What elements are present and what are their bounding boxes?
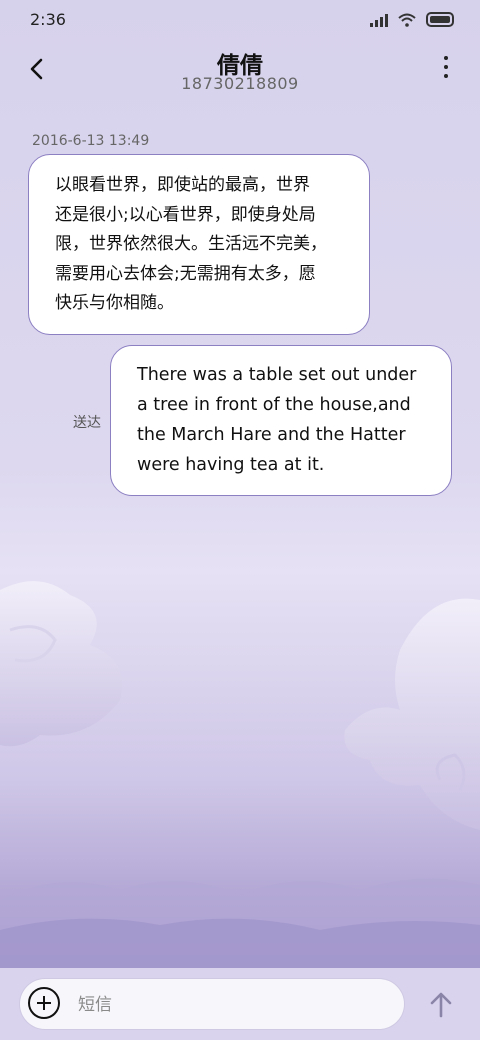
- more-vertical-icon[interactable]: [440, 56, 452, 84]
- message-line: the March Hare and the Hatter: [137, 425, 406, 445]
- message-line: There was a table set out under: [137, 365, 417, 385]
- arrow-up-icon[interactable]: [428, 990, 454, 1018]
- incoming-message-bubble[interactable]: 以眼看世界，即使站的最高，世界 还是很小;以心看世界，即使身处局 限，世界依然很…: [28, 154, 370, 335]
- message-line: a tree in front of the house,and: [137, 395, 411, 415]
- message-line: 需要用心去体会;无需拥有太多，愿: [55, 263, 316, 284]
- message-composer: [0, 968, 480, 1040]
- message-timestamp: 2016-6-13 13:49: [32, 133, 150, 149]
- plus-circle-icon[interactable]: [28, 987, 60, 1019]
- cellular-signal-icon: [370, 13, 388, 27]
- message-line: 以眼看世界，即使站的最高，世界: [55, 175, 310, 195]
- cloud-wallpaper: [0, 581, 480, 970]
- status-icons: [370, 12, 454, 27]
- message-line: 限，世界依然很大。生活远不完美，: [55, 234, 327, 254]
- wifi-icon: [398, 13, 416, 27]
- message-line: 快乐与你相随。: [55, 293, 174, 313]
- outgoing-message-bubble[interactable]: There was a table set out under a tree i…: [110, 345, 452, 496]
- message-input[interactable]: [76, 979, 390, 1031]
- message-line: were having tea at it.: [137, 455, 325, 475]
- status-time: 2:36: [30, 10, 66, 29]
- contact-phone-number: 18730218809: [181, 74, 299, 93]
- message-line: 还是很小;以心看世界，即使身处局: [55, 204, 316, 225]
- conversation-header: 倩倩 18730218809: [0, 40, 480, 110]
- status-bar: 2:36: [0, 0, 480, 40]
- message-input-box: [20, 979, 404, 1031]
- battery-icon: [426, 12, 454, 27]
- delivery-status: 送达: [73, 415, 101, 431]
